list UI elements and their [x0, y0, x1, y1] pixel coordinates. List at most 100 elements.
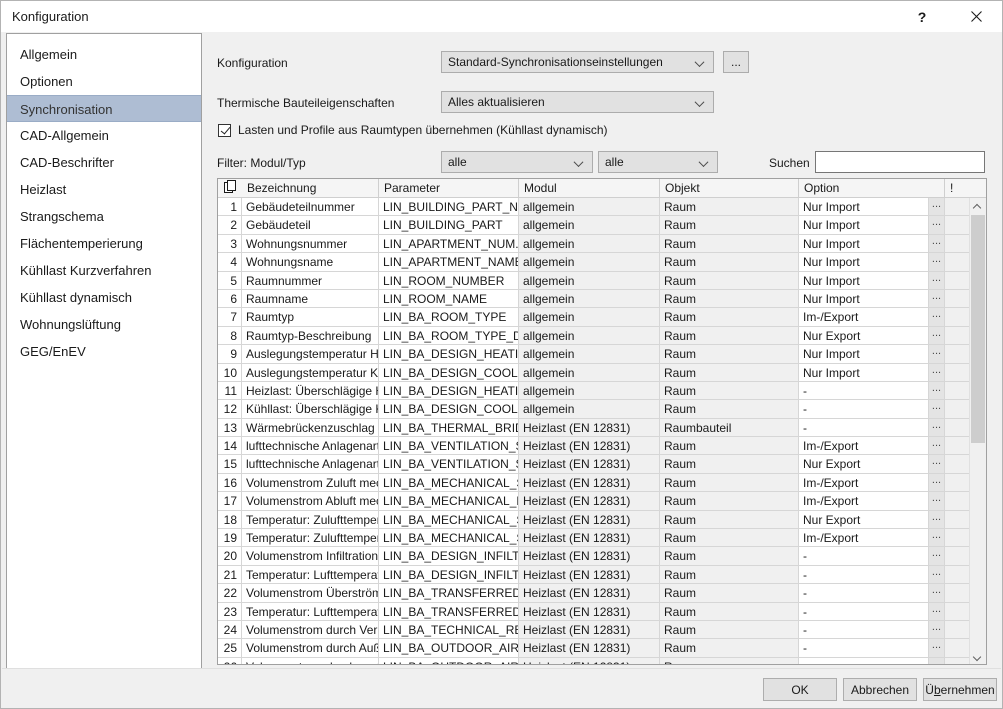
settings-category-list[interactable]: Allgemein Optionen Synchronisation CAD-A…	[6, 33, 202, 670]
objekt-cell[interactable]: Raum	[660, 363, 799, 382]
table-row[interactable]: 20Volumenstrom Infiltration Z...LIN_BA_D…	[218, 547, 986, 566]
bezeichnung-cell[interactable]: Raumtyp	[242, 308, 379, 327]
objekt-cell[interactable]: Raum	[660, 437, 799, 456]
column-header-bezeichnung[interactable]: Bezeichnung	[242, 179, 379, 197]
row-number-cell[interactable]: 16	[218, 473, 242, 493]
parameter-cell[interactable]: LIN_ROOM_NAME	[379, 289, 519, 309]
objekt-cell[interactable]: Raum	[660, 455, 799, 474]
modul-cell[interactable]: Heizlast (EN 12831)	[519, 639, 660, 658]
scrollbar-thumb[interactable]	[971, 215, 985, 443]
table-row[interactable]: 1 Gebäudeteilnummer LIN_BUILDING_PART_N...…	[218, 198, 986, 217]
row-number-cell[interactable]: 5	[218, 271, 242, 290]
search-input[interactable]	[815, 151, 985, 173]
bezeichnung-cell[interactable]: Heizlast: Überschlägige He...	[242, 381, 379, 401]
objekt-cell[interactable]: Raum	[660, 308, 799, 327]
parameter-cell[interactable]: LIN_BA_DESIGN_INFILT...	[379, 565, 519, 585]
parameter-cell[interactable]: LIN_BA_MECHANICAL_E...	[379, 492, 519, 511]
column-header-option[interactable]: Option	[799, 179, 945, 197]
modul-cell[interactable]: allgemein	[519, 198, 660, 217]
table-row[interactable]: 21Temperatur: Lufttemperatur...LIN_BA_DE…	[218, 565, 986, 585]
apply-button[interactable]: Übernehmen	[923, 678, 997, 701]
objekt-cell[interactable]: Raum	[660, 345, 799, 364]
table-row[interactable]: 3 Wohnungsnummer LIN_APARTMENT_NUM... allge…	[218, 234, 986, 254]
row-number-cell[interactable]: 13	[218, 418, 242, 438]
row-number-cell[interactable]: 6	[218, 289, 242, 309]
bezeichnung-cell[interactable]: Volumenstrom Abluft mech...	[242, 492, 379, 511]
column-header-modul[interactable]: Modul	[519, 179, 660, 197]
modul-cell[interactable]: Heizlast (EN 12831)	[519, 565, 660, 585]
option-cell[interactable]: Nur Import	[799, 198, 929, 217]
objekt-cell[interactable]: Raum	[660, 289, 799, 309]
parameter-cell[interactable]: LIN_BA_DESIGN_HEATI...	[379, 345, 519, 364]
sidebar-item-allgemein[interactable]: Allgemein	[7, 41, 201, 68]
option-cell[interactable]: -	[799, 381, 929, 401]
table-row[interactable]: 5 Raumnummer LIN_ROOM_NUMBER allgemein Raum N…	[218, 271, 986, 290]
table-row[interactable]: 8 Raumtyp-Beschreibung LIN_BA_ROOM_TYPE_D.…	[218, 326, 986, 346]
objekt-cell[interactable]: Raum	[660, 400, 799, 419]
row-number-cell[interactable]: 15	[218, 455, 242, 474]
row-number-cell[interactable]: 23	[218, 602, 242, 621]
column-header-objekt[interactable]: Objekt	[660, 179, 799, 197]
sidebar-item-cad-beschrifter[interactable]: CAD-Beschrifter	[7, 149, 201, 176]
parameter-cell[interactable]: LIN_BA_OUTDOOR_AIR_...	[379, 639, 519, 658]
bezeichnung-cell[interactable]: Volumenstrom durch Auße...	[242, 639, 379, 658]
objekt-cell[interactable]: Raum	[660, 198, 799, 217]
option-cell[interactable]: -	[799, 602, 929, 621]
bezeichnung-cell[interactable]: Temperatur: Zulufttemperat...	[242, 510, 379, 530]
objekt-cell[interactable]: Raum	[660, 565, 799, 585]
option-cell[interactable]: -	[799, 620, 929, 640]
lasten-profile-checkbox[interactable]: Lasten und Profile aus Raumtypen überneh…	[218, 121, 608, 139]
cancel-button[interactable]: Abbrechen	[843, 678, 917, 701]
modul-cell[interactable]: Heizlast (EN 12831)	[519, 547, 660, 566]
bezeichnung-cell[interactable]: Auslegungstemperatur Küh...	[242, 363, 379, 382]
table-row[interactable]: 6 Raumname LIN_ROOM_NAME allgemein Raum Nur I…	[218, 289, 986, 309]
row-number-cell[interactable]: 12	[218, 400, 242, 419]
option-ellipsis-button[interactable]: ...	[929, 437, 945, 456]
bezeichnung-cell[interactable]: Raumtyp-Beschreibung	[242, 326, 379, 346]
modul-cell[interactable]: allgemein	[519, 381, 660, 401]
modul-cell[interactable]: allgemein	[519, 234, 660, 254]
modul-cell[interactable]: allgemein	[519, 289, 660, 309]
objekt-cell[interactable]: Raum	[660, 657, 799, 664]
row-number-cell[interactable]: 1	[218, 198, 242, 217]
option-ellipsis-button[interactable]: ...	[929, 639, 945, 658]
objekt-cell[interactable]: Raum	[660, 510, 799, 530]
sidebar-item-strangschema[interactable]: Strangschema	[7, 203, 201, 230]
option-cell[interactable]: Nur Import	[799, 345, 929, 364]
bezeichnung-cell[interactable]: Kühllast: Überschlägige Kü...	[242, 400, 379, 419]
option-cell[interactable]: Nur Import	[799, 234, 929, 254]
bezeichnung-cell[interactable]: Gebäudeteilnummer	[242, 198, 379, 217]
row-number-cell[interactable]: 25	[218, 639, 242, 658]
modul-cell[interactable]: allgemein	[519, 363, 660, 382]
objekt-cell[interactable]: Raum	[660, 271, 799, 290]
option-cell[interactable]: -	[799, 639, 929, 658]
help-button[interactable]: ?	[899, 1, 945, 32]
bezeichnung-cell[interactable]: lufttechnische Anlagenart (...	[242, 437, 379, 456]
parameter-cell[interactable]: LIN_ROOM_NUMBER	[379, 271, 519, 290]
close-button[interactable]	[953, 1, 999, 32]
option-cell[interactable]: Im-/Export	[799, 437, 929, 456]
option-ellipsis-button[interactable]: ...	[929, 547, 945, 566]
table-row[interactable]: 10Auslegungstemperatur Küh...LIN_BA_DESI…	[218, 363, 986, 382]
option-cell[interactable]: -	[799, 657, 929, 664]
parameter-cell[interactable]: LIN_BA_MECHANICAL_S...	[379, 510, 519, 530]
modul-cell[interactable]: allgemein	[519, 216, 660, 235]
objekt-cell[interactable]: Raum	[660, 216, 799, 235]
table-row[interactable]: 22Volumenstrom Überströmun...LIN_BA_TRAN…	[218, 584, 986, 603]
modul-cell[interactable]: Heizlast (EN 12831)	[519, 455, 660, 474]
objekt-cell[interactable]: Raum	[660, 234, 799, 254]
row-number-cell[interactable]: 14	[218, 437, 242, 456]
row-number-cell[interactable]: 20	[218, 547, 242, 566]
bezeichnung-cell[interactable]: Temperatur: Lufttemperatur...	[242, 565, 379, 585]
row-number-cell[interactable]: 10	[218, 363, 242, 382]
option-ellipsis-button[interactable]: ...	[929, 418, 945, 438]
option-ellipsis-button[interactable]: ...	[929, 216, 945, 235]
column-header-parameter[interactable]: Parameter	[379, 179, 519, 197]
sidebar-item-flaechentemperierung[interactable]: Flächentemperierung	[7, 230, 201, 257]
bezeichnung-cell[interactable]: Wohnungsnummer	[242, 234, 379, 254]
thermische-bauteileigenschaften-select[interactable]: Alles aktualisieren	[441, 91, 714, 113]
table-row[interactable]: 18Temperatur: Zulufttemperat...LIN_BA_ME…	[218, 510, 986, 530]
row-number-cell[interactable]: 4	[218, 253, 242, 272]
row-number-cell[interactable]: 19	[218, 529, 242, 548]
objekt-cell[interactable]: Raum	[660, 326, 799, 346]
